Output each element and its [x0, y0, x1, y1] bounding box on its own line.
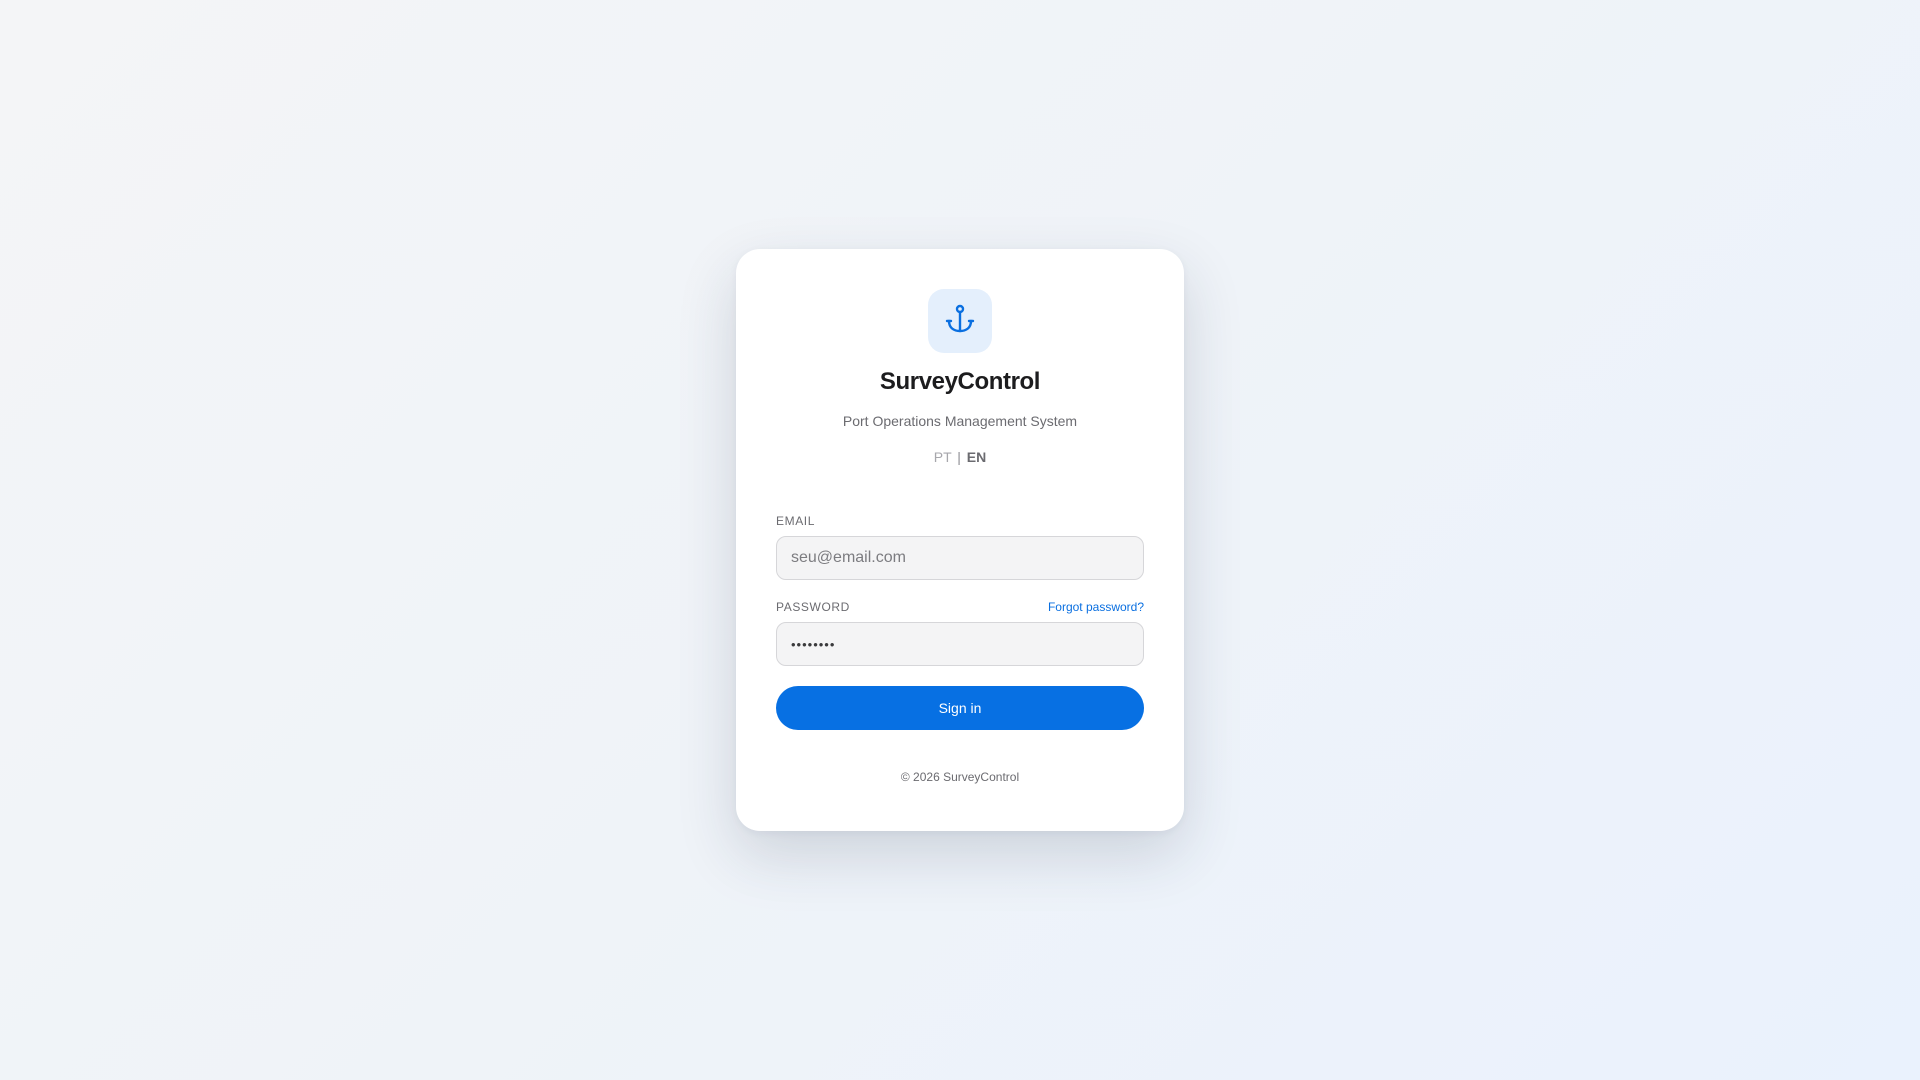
email-field[interactable]	[776, 536, 1144, 580]
sign-in-button[interactable]: Sign in	[776, 686, 1144, 730]
password-field[interactable]	[776, 622, 1144, 666]
email-label: EMAIL	[776, 514, 816, 528]
forgot-password-link[interactable]: Forgot password?	[1048, 600, 1144, 614]
login-card: SurveyControl Port Operations Management…	[736, 249, 1184, 831]
language-switcher: PT | EN	[776, 448, 1144, 466]
logo-badge	[928, 289, 992, 353]
language-option-pt[interactable]: PT	[934, 449, 952, 465]
language-separator: |	[957, 449, 961, 465]
app-subtitle: Port Operations Management System	[842, 413, 1078, 429]
anchor-icon	[944, 303, 976, 340]
footer-copyright: © 2026 SurveyControl	[900, 770, 1020, 784]
app-title: SurveyControl	[879, 368, 1041, 395]
password-label-row: PASSWORD Forgot password?	[776, 600, 1144, 614]
language-option-en[interactable]: EN	[967, 449, 986, 465]
password-label: PASSWORD	[776, 600, 850, 614]
